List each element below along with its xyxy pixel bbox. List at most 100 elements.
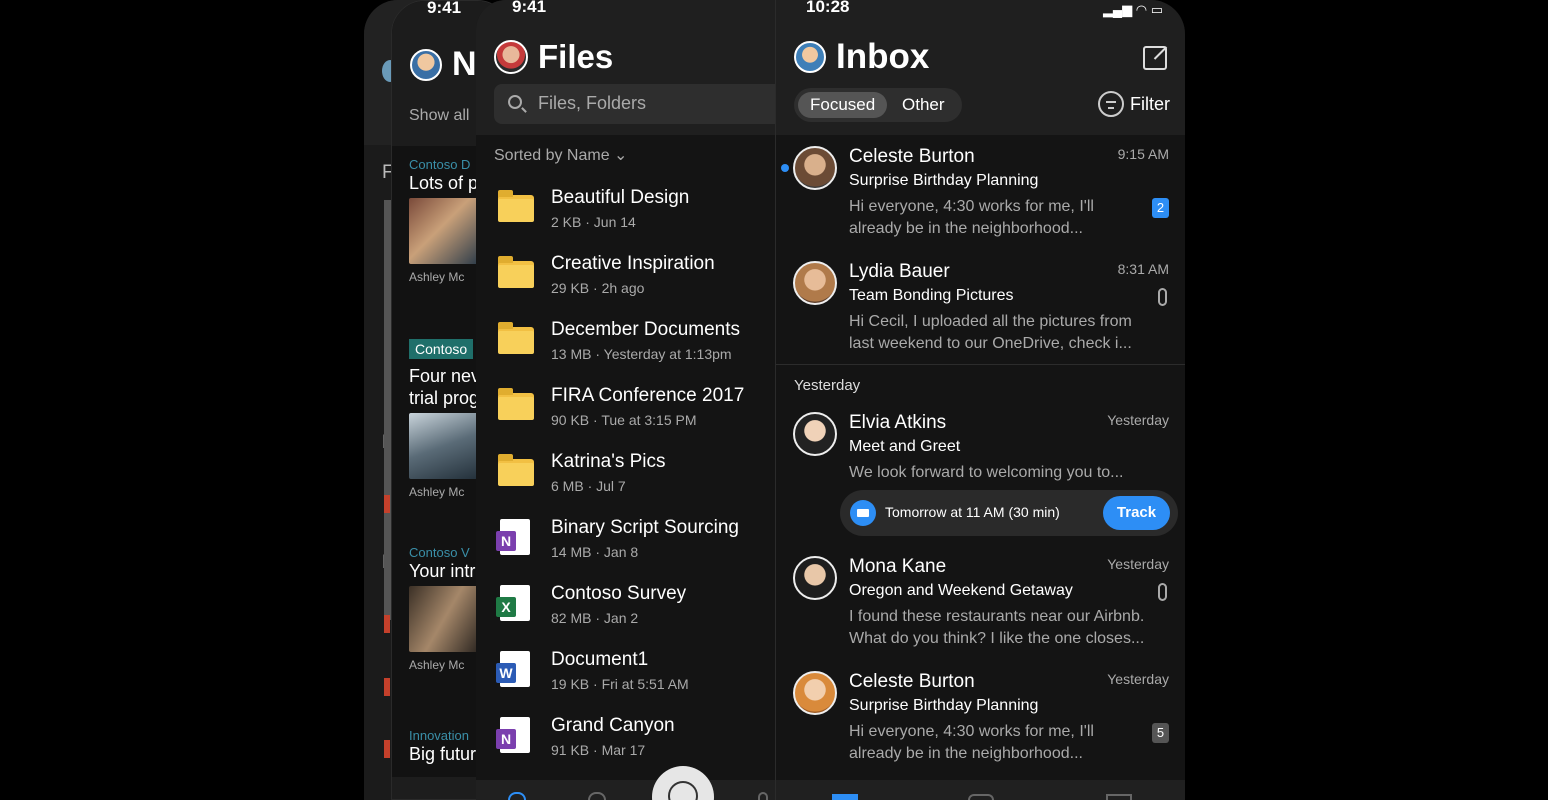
message-preview: Hi everyone, 4:30 works for me, I'll alr…	[849, 723, 1094, 762]
thread-count-badge: 2	[1152, 198, 1169, 218]
file-name: December Documents	[551, 319, 741, 340]
message-time: 9:15 AM	[1117, 146, 1169, 162]
avatar	[793, 412, 837, 456]
avatar	[793, 261, 837, 305]
avatar[interactable]	[410, 49, 442, 81]
onenote-badge: N	[496, 729, 516, 749]
page-title: Inbox	[836, 37, 930, 76]
calendar-tab-icon[interactable]	[1106, 794, 1132, 800]
sender-name: Celeste Burton	[849, 146, 975, 167]
attachment-icon	[1158, 288, 1167, 306]
truck-icon	[850, 500, 876, 526]
folder-icon	[498, 388, 534, 420]
search-input[interactable]	[538, 93, 776, 114]
onenote-file-icon: N	[496, 717, 530, 753]
message-time: Yesterday	[1107, 556, 1169, 572]
message-subject: Team Bonding Pictures	[849, 287, 1014, 304]
avatar[interactable]	[794, 41, 826, 73]
attachment-icon	[1158, 583, 1167, 601]
message-preview: Hi Cecil, I uploaded all the pictures fr…	[849, 313, 1132, 352]
divider	[776, 364, 1185, 365]
message-time: Yesterday	[1107, 412, 1169, 428]
message-time: 8:31 AM	[1117, 261, 1169, 277]
message-preview: Hi everyone, 4:30 works for me, I'll alr…	[849, 198, 1094, 237]
page-title: N	[452, 45, 477, 83]
message-subject: Surprise Birthday Planning	[849, 172, 1039, 189]
file-row[interactable]: Beautiful Design 2 KB · Jun 14	[476, 187, 776, 253]
tab-focused[interactable]: Focused	[798, 92, 888, 118]
filter-label: Filter	[1130, 94, 1170, 114]
message-row[interactable]: Lydia Bauer 8:31 AM Team Bonding Picture…	[776, 261, 1185, 361]
people-tab-icon[interactable]	[758, 792, 768, 800]
file-name: Binary Script Sourcing	[551, 517, 739, 538]
search-tab-icon[interactable]	[968, 794, 994, 800]
status-time: 10:28	[806, 0, 850, 16]
files-tab-icon[interactable]	[508, 792, 526, 800]
background-marker	[384, 740, 390, 758]
mail-tab-icon[interactable]	[832, 794, 858, 800]
news-thumbnail	[409, 586, 479, 652]
file-row[interactable]: N Binary Script Sourcing 14 MB · Jan 8	[476, 517, 776, 583]
avatar	[793, 556, 837, 600]
background-marker	[384, 495, 390, 513]
avatar[interactable]	[494, 40, 528, 74]
onenote-file-icon: N	[496, 519, 530, 555]
message-subject: Surprise Birthday Planning	[849, 697, 1039, 714]
recent-tab-icon[interactable]	[588, 792, 606, 800]
file-name: Beautiful Design	[551, 187, 690, 208]
background-marker	[384, 678, 390, 696]
unread-indicator	[781, 164, 789, 172]
mail-header: 10:28 ▂▄▆ ◠ ▭ Inbox Focused Other Filter	[776, 0, 1185, 135]
news-category-badge: Contoso	[409, 339, 474, 359]
track-button[interactable]: Track	[1103, 496, 1170, 530]
file-meta: 14 MB · Jan 8	[551, 544, 639, 560]
message-row[interactable]: Elvia Atkins Yesterday Meet and Greet We…	[776, 412, 1185, 484]
file-name: Katrina's Pics	[551, 451, 666, 472]
sender-name: Celeste Burton	[849, 671, 975, 692]
news-thumbnail	[409, 413, 479, 479]
file-row[interactable]: Creative Inspiration 29 KB · 2h ago	[476, 253, 776, 319]
file-meta: 90 KB · Tue at 3:15 PM	[551, 412, 697, 428]
files-header: 9:41 Files	[476, 0, 776, 135]
signal-wifi-battery-icon: ▂▄▆ ◠ ▭	[1102, 2, 1163, 17]
excel-badge: X	[496, 597, 516, 617]
file-row[interactable]: Katrina's Pics 6 MB · Jul 7	[476, 451, 776, 517]
section-header-yesterday: Yesterday	[794, 377, 861, 394]
folder-icon	[498, 454, 534, 486]
files-phone: 9:41 Files Sorted by Name ⌄ Beautiful De…	[476, 0, 776, 800]
message-row[interactable]: Celeste Burton 9:15 AM Surprise Birthday…	[776, 146, 1185, 246]
file-meta: 82 MB · Jan 2	[551, 610, 639, 626]
page-title: Files	[538, 38, 614, 75]
file-row[interactable]: December Documents 13 MB · Yesterday at …	[476, 319, 776, 385]
background-marker	[384, 615, 390, 633]
message-row[interactable]: Celeste Burton Yesterday Surprise Birthd…	[776, 671, 1185, 771]
file-row[interactable]: W Document1 19 KB · Fri at 5:51 AM	[476, 649, 776, 715]
status-time: 9:41	[512, 0, 547, 16]
avatar	[793, 671, 837, 715]
sort-dropdown[interactable]: Sorted by Name ⌄	[494, 145, 627, 165]
file-row[interactable]: X Contoso Survey 82 MB · Jan 2	[476, 583, 776, 649]
folder-icon	[498, 256, 534, 288]
avatar	[793, 146, 837, 190]
show-all-link[interactable]: Show all	[409, 107, 469, 125]
message-row[interactable]: Mona Kane Yesterday Oregon and Weekend G…	[776, 556, 1185, 656]
inbox-pivot: Focused Other	[794, 88, 962, 122]
tab-other[interactable]: Other	[890, 92, 957, 118]
file-name: FIRA Conference 2017	[551, 385, 745, 406]
message-time: Yesterday	[1107, 671, 1169, 687]
onenote-badge: N	[496, 531, 516, 551]
tab-bar	[476, 780, 776, 800]
compose-icon[interactable]	[1143, 46, 1167, 70]
file-row[interactable]: N Grand Canyon 91 KB · Mar 17	[476, 715, 776, 781]
file-meta: 13 MB · Yesterday at 1:13pm	[551, 346, 732, 362]
sender-name: Elvia Atkins	[849, 412, 947, 433]
file-name: Grand Canyon	[551, 715, 675, 736]
track-package-card: Tomorrow at 11 AM (30 min) Track	[840, 490, 1178, 536]
delivery-time: Tomorrow at 11 AM (30 min)	[885, 504, 1060, 520]
news-thumbnail	[409, 198, 479, 264]
search-box[interactable]	[494, 84, 776, 124]
message-subject: Meet and Greet	[849, 438, 961, 455]
file-meta: 2 KB · Jun 14	[551, 214, 636, 230]
word-badge: W	[496, 663, 516, 683]
file-row[interactable]: FIRA Conference 2017 90 KB · Tue at 3:15…	[476, 385, 776, 451]
